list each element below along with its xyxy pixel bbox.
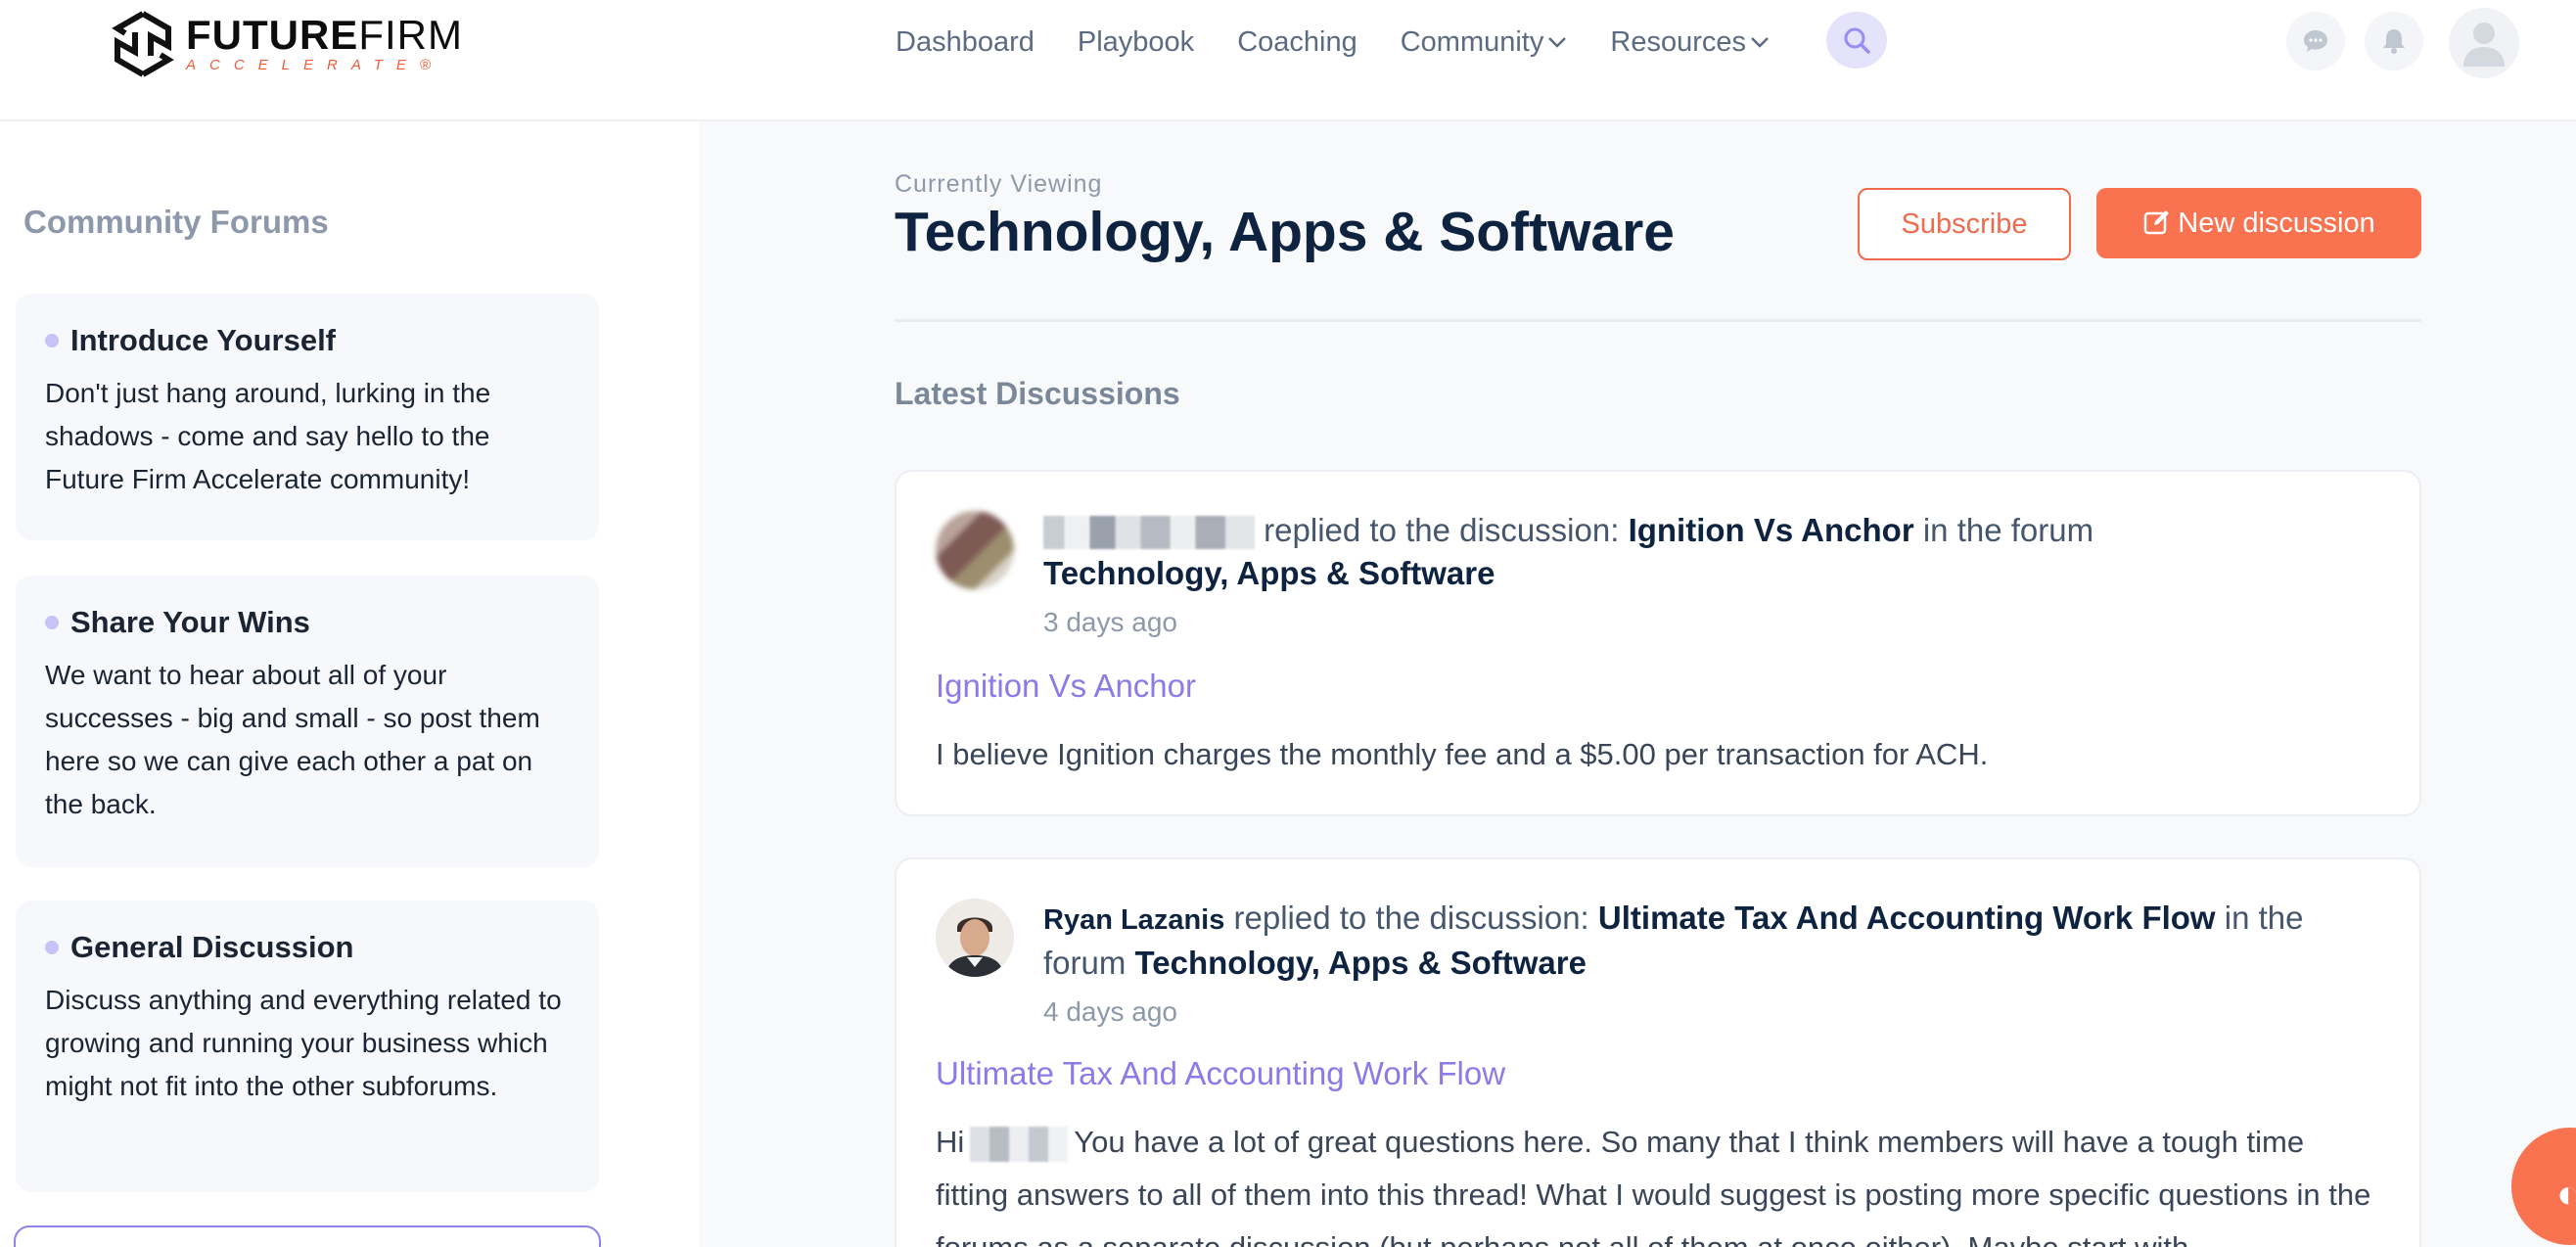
forum-description: Discuss anything and everything related … (45, 985, 562, 1101)
chat-bubble-icon (2304, 30, 2327, 52)
subscribe-button[interactable]: Subscribe (1858, 188, 2071, 260)
latest-discussions-heading: Latest Discussions (895, 376, 1180, 411)
user-photo (936, 899, 1014, 977)
nav-dashboard[interactable]: Dashboard (896, 26, 1035, 59)
search-icon (1844, 27, 1870, 54)
forum-description: We want to hear about all of your succes… (45, 660, 540, 819)
bell-icon (2383, 29, 2405, 54)
chevron-down-icon (1751, 37, 1769, 48)
chevron-down-icon (1548, 37, 1567, 48)
logo-wordmark: FUTUREFIRM ACCELERATE® (186, 15, 463, 73)
nav-coaching-label: Coaching (1237, 25, 1357, 58)
search-button[interactable] (1826, 12, 1887, 69)
forum-card-general-discussion[interactable]: General Discussion Discuss anything and … (16, 901, 599, 1192)
forum-card-share-your-wins[interactable]: Share Your Wins We want to hear about al… (16, 576, 599, 867)
forum-card-header: General Discussion (45, 930, 570, 965)
logo-name: FUTUREFIRM (186, 15, 463, 56)
new-discussion-button[interactable]: New discussion (2096, 188, 2421, 258)
main-nav: Dashboard Playbook Coaching Community Re… (896, 22, 1813, 63)
logo-tagline: ACCELERATE® (186, 58, 463, 73)
redacted-name (970, 1126, 1069, 1162)
forum-description: Don't just hang around, lurking in the s… (45, 378, 491, 494)
user-avatar-icon (2463, 23, 2505, 67)
post-excerpt: Hi You have a lot of great questions here… (936, 1116, 2384, 1247)
post-excerpt-text: You have a lot of great questions here. … (936, 1125, 2371, 1247)
forum-card-introduce-yourself[interactable]: Introduce Yourself Don't just hang aroun… (16, 294, 599, 540)
logo-mark-icon (112, 11, 174, 77)
discussion-card: Ryan Lazanis replied to the discussion: … (895, 857, 2421, 1247)
main-content: Currently Viewing Technology, Apps & Sof… (699, 121, 2576, 1247)
forum-dot-icon (45, 941, 59, 954)
in-forum-text: in the forum (1922, 512, 2094, 548)
nav-coaching[interactable]: Coaching (1237, 26, 1357, 59)
avatar[interactable] (936, 511, 1014, 589)
notifications-button[interactable] (2365, 12, 2423, 70)
post-timestamp: 3 days ago (1043, 607, 1177, 637)
currently-viewing-label: Currently Viewing (895, 170, 1103, 198)
post-greeting: Hi (936, 1125, 965, 1159)
post-title-link[interactable]: Ignition Vs Anchor (936, 668, 1196, 705)
nav-community-label: Community (1400, 25, 1544, 58)
post-timestamp: 4 days ago (1043, 996, 1177, 1027)
page-title: Technology, Apps & Software (895, 201, 1675, 263)
post-title-link[interactable]: Ultimate Tax And Accounting Work Flow (936, 1055, 1505, 1092)
forum-name[interactable]: General Discussion (70, 930, 353, 965)
avatar[interactable] (936, 899, 1014, 977)
chat-widget-icon: ◐ (2556, 1173, 2576, 1216)
nav-community[interactable]: Community (1401, 26, 1568, 59)
discussion-link[interactable]: Ultimate Tax And Accounting Work Flow (1598, 900, 2216, 936)
top-header: FUTUREFIRM ACCELERATE® Dashboard Playboo… (0, 0, 2576, 121)
forum-name[interactable]: Share Your Wins (70, 605, 310, 640)
logo-name-thin: FIRM (358, 12, 463, 58)
forum-link[interactable]: Technology, Apps & Software (1135, 945, 1587, 981)
nav-resources[interactable]: Resources (1610, 26, 1770, 59)
forums-sidebar: Community Forums Introduce Yourself Don'… (0, 121, 699, 1247)
messages-button[interactable] (2286, 12, 2345, 70)
nav-dashboard-label: Dashboard (896, 25, 1035, 58)
logo-tagline-text: ACCELERATE (186, 57, 420, 73)
post-meta: Ryan Lazanis replied to the discussion: … (1043, 897, 2345, 1034)
forum-dot-icon (45, 334, 59, 347)
edit-square-icon (2144, 210, 2170, 235)
header-divider (895, 319, 2421, 322)
post-meta: replied to the discussion: Ignition Vs A… (1043, 509, 2345, 644)
new-discussion-label: New discussion (2178, 207, 2375, 239)
forum-link[interactable]: Technology, Apps & Software (1043, 555, 1495, 591)
logo-name-bold: FUTURE (186, 12, 359, 58)
forum-card-selected[interactable] (14, 1225, 601, 1247)
futurefirm-logo[interactable]: FUTUREFIRM ACCELERATE® (112, 10, 463, 78)
post-excerpt: I believe Ignition charges the monthly f… (936, 737, 1989, 771)
nav-resources-label: Resources (1610, 25, 1746, 58)
nav-playbook-label: Playbook (1077, 25, 1195, 58)
subscribe-button-label: Subscribe (1901, 208, 2028, 240)
discussion-link[interactable]: Ignition Vs Anchor (1629, 512, 1914, 548)
forum-dot-icon (45, 616, 59, 629)
user-name-redacted[interactable] (1043, 516, 1255, 550)
forum-name[interactable]: Introduce Yourself (70, 323, 336, 358)
post-action-text: replied to the discussion: (1264, 512, 1620, 548)
logo-registered-mark: ® (419, 57, 431, 73)
sidebar-title: Community Forums (23, 204, 329, 240)
user-avatar-button[interactable] (2449, 8, 2519, 78)
post-action-text: replied to the discussion: (1233, 900, 1589, 936)
discussion-card: replied to the discussion: Ignition Vs A… (895, 470, 2421, 816)
forum-card-header: Introduce Yourself (45, 323, 570, 358)
forum-card-header: Share Your Wins (45, 605, 570, 640)
user-name-link[interactable]: Ryan Lazanis (1043, 904, 1224, 936)
nav-playbook[interactable]: Playbook (1078, 26, 1194, 59)
